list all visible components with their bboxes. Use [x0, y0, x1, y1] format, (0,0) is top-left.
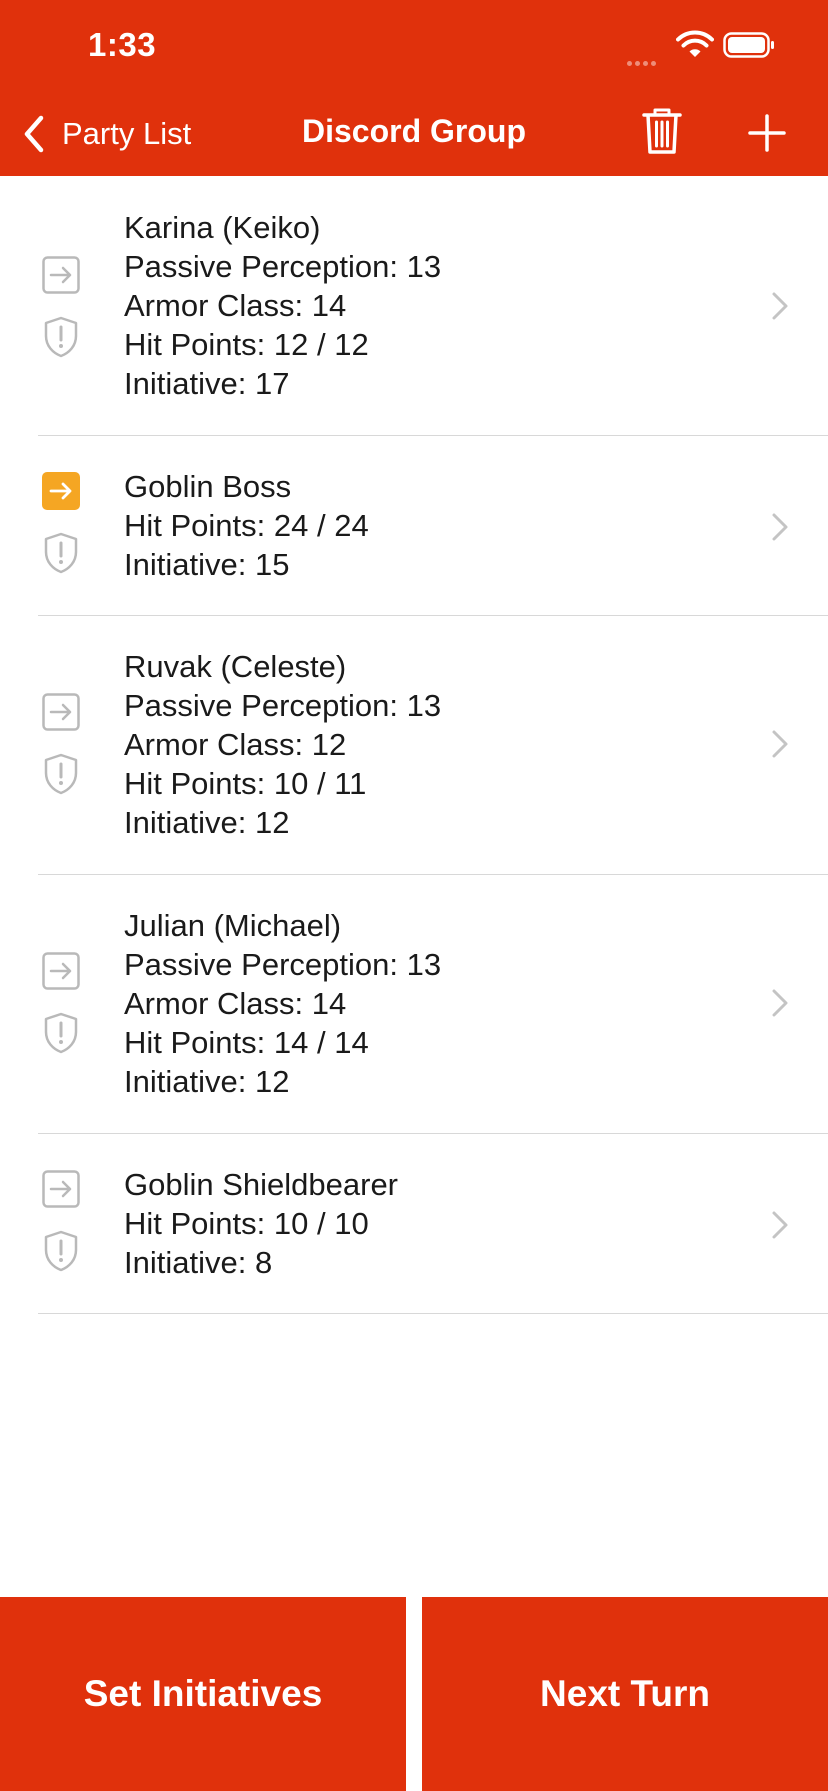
combatant-name: Goblin Boss [124, 469, 292, 504]
cellular-signal-icon [627, 53, 667, 66]
combatant-stat: Hit Points: 14 / 14 [124, 1025, 369, 1060]
shield-exclamation-icon[interactable] [44, 532, 78, 574]
combatant-row[interactable]: Goblin Boss Hit Points: 24 / 24 Initiati… [0, 435, 828, 616]
combatant-row[interactable]: Julian (Michael) Passive Perception: 13 … [0, 874, 828, 1134]
arrow-right-square-icon[interactable] [42, 1170, 80, 1208]
navigation-header: 1:33 Party List Discord Group [0, 0, 828, 176]
combatant-name: Ruvak (Celeste) [124, 649, 347, 684]
set-initiatives-label: Set Initiatives [83, 1673, 323, 1714]
plus-icon[interactable] [748, 114, 786, 152]
shield-exclamation-icon[interactable] [44, 1012, 78, 1054]
combatant-name: Julian (Michael) [124, 908, 342, 943]
wifi-icon [676, 30, 714, 57]
combatant-stat: Passive Perception: 13 [124, 249, 442, 284]
trash-icon[interactable] [640, 106, 684, 156]
combatant-stat: Initiative: 8 [124, 1245, 273, 1280]
set-initiatives-button[interactable]: Set Initiatives [0, 1597, 406, 1791]
combatant-stat: Initiative: 17 [124, 366, 290, 401]
chevron-right-icon [772, 1211, 788, 1239]
status-time: 1:33 [88, 26, 157, 63]
shield-exclamation-icon[interactable] [44, 316, 78, 358]
combatant-stat: Armor Class: 14 [124, 288, 347, 323]
combatant-row[interactable]: Ruvak (Celeste) Passive Perception: 13 A… [0, 615, 828, 875]
chevron-right-icon [772, 292, 788, 320]
page-title: Discord Group [301, 113, 526, 149]
combatant-stat: Hit Points: 10 / 11 [124, 766, 367, 801]
arrow-right-square-icon[interactable] [42, 472, 80, 510]
combatant-stat: Hit Points: 10 / 10 [124, 1206, 369, 1241]
shield-exclamation-icon[interactable] [44, 753, 78, 795]
combatant-stat: Hit Points: 24 / 24 [124, 508, 369, 543]
combatant-row[interactable]: Goblin Shieldbearer Hit Points: 10 / 10 … [0, 1133, 828, 1314]
shield-exclamation-icon[interactable] [44, 1230, 78, 1272]
chevron-right-icon [772, 730, 788, 758]
next-turn-button[interactable]: Next Turn [422, 1597, 828, 1791]
combatant-stat: Initiative: 12 [124, 805, 290, 840]
chevron-right-icon [772, 513, 788, 541]
combatant-stat: Initiative: 15 [124, 547, 290, 582]
combatant-list: Karina (Keiko) Passive Perception: 13 Ar… [0, 176, 828, 1314]
combatant-stat: Armor Class: 14 [124, 986, 347, 1021]
combatant-stat: Initiative: 12 [124, 1064, 290, 1099]
next-turn-label: Next Turn [540, 1673, 710, 1714]
arrow-right-square-icon[interactable] [42, 693, 80, 731]
chevron-right-icon [772, 989, 788, 1017]
battery-icon [723, 32, 774, 58]
arrow-right-square-icon[interactable] [42, 952, 80, 990]
combatant-name: Karina (Keiko) [124, 210, 321, 245]
arrow-right-square-icon[interactable] [42, 256, 80, 294]
combatant-stat: Hit Points: 12 / 12 [124, 327, 369, 362]
combatant-stat: Armor Class: 12 [124, 727, 347, 762]
combatant-stat: Passive Perception: 13 [124, 688, 442, 723]
combatant-stat: Passive Perception: 13 [124, 947, 442, 982]
combatant-row[interactable]: Karina (Keiko) Passive Perception: 13 Ar… [0, 176, 828, 436]
combatant-name: Goblin Shieldbearer [124, 1167, 399, 1202]
